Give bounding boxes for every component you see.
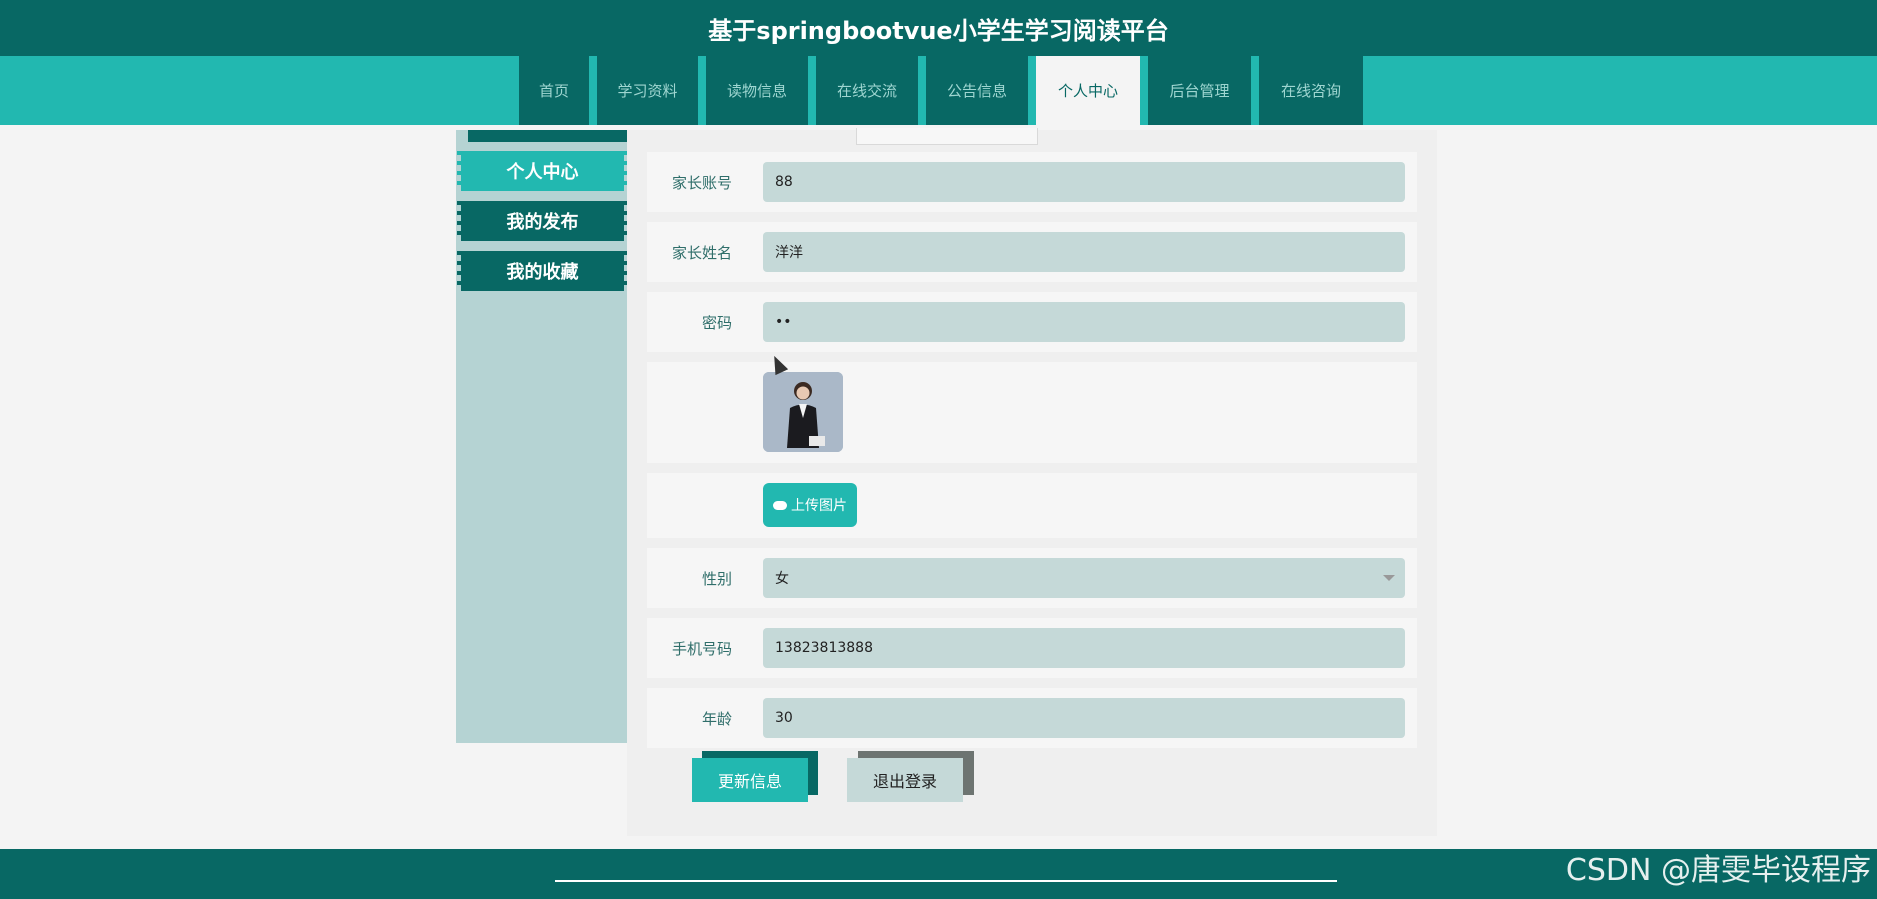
account-field[interactable]: 88 <box>763 162 1405 202</box>
form-row-upload: 上传图片 <box>647 473 1417 538</box>
nav-item-online-consult[interactable]: 在线咨询 <box>1259 56 1363 125</box>
age-label: 年龄 <box>701 709 732 728</box>
gender-select[interactable]: 女 <box>763 558 1405 598</box>
site-title: 基于springbootvue小学生学习阅读平台 <box>708 16 1169 45</box>
nav-item-study-materials[interactable]: 学习资料 <box>597 56 698 125</box>
nav-item-home[interactable]: 首页 <box>519 56 589 125</box>
sidebar-item-my-favorites[interactable]: 我的收藏 <box>457 251 628 291</box>
avatar-image[interactable] <box>763 372 843 452</box>
nav-item-reading-info[interactable]: 读物信息 <box>706 56 808 125</box>
nav-item-announcements[interactable]: 公告信息 <box>926 56 1028 125</box>
name-label: 家长姓名 <box>671 243 732 262</box>
avatar-portrait-icon <box>763 372 843 452</box>
logout-button[interactable]: 退出登录 <box>847 758 963 802</box>
age-field[interactable]: 30 <box>763 698 1405 738</box>
cloud-upload-icon <box>773 500 787 510</box>
account-label: 家长账号 <box>671 173 732 192</box>
sidebar-item-personal-center[interactable]: 个人中心 <box>457 151 628 191</box>
nav-item-admin[interactable]: 后台管理 <box>1148 56 1251 125</box>
chevron-down-icon <box>1383 575 1395 581</box>
password-label: 密码 <box>701 313 732 332</box>
footer-divider <box>555 880 1337 882</box>
top-header: 基于springbootvue小学生学习阅读平台 <box>0 0 1877 56</box>
main-navbar: 首页 学习资料 读物信息 在线交流 公告信息 个人中心 后台管理 在线咨询 <box>0 56 1877 125</box>
form-row-phone: 手机号码 13823813888 <box>647 618 1417 678</box>
form-row-avatar <box>647 362 1417 463</box>
gender-label: 性别 <box>701 569 732 588</box>
nav-item-personal-center[interactable]: 个人中心 <box>1036 56 1140 125</box>
upload-image-label: 上传图片 <box>791 498 847 514</box>
nav-items: 首页 学习资料 读物信息 在线交流 公告信息 个人中心 后台管理 在线咨询 <box>519 56 1363 125</box>
panel-tab <box>856 128 1038 145</box>
form-row-name: 家长姓名 洋洋 <box>647 222 1417 282</box>
phone-field[interactable]: 13823813888 <box>763 628 1405 668</box>
form-row-account: 家长账号 88 <box>647 152 1417 212</box>
name-field[interactable]: 洋洋 <box>763 232 1405 272</box>
update-info-button[interactable]: 更新信息 <box>692 758 808 802</box>
phone-label: 手机号码 <box>671 639 732 658</box>
nav-item-online-exchange[interactable]: 在线交流 <box>816 56 918 125</box>
form-row-password: 密码 •• <box>647 292 1417 352</box>
watermark-text: CSDN @唐雯毕设程序 <box>1565 853 1871 888</box>
upload-image-button[interactable]: 上传图片 <box>763 483 857 527</box>
sidebar-top-stripe <box>468 130 640 142</box>
form-row-age: 年龄 30 <box>647 688 1417 748</box>
password-field[interactable]: •• <box>763 302 1405 342</box>
form-row-gender: 性别 女 <box>647 548 1417 608</box>
sidebar-item-my-posts[interactable]: 我的发布 <box>457 201 628 241</box>
gender-select-value: 女 <box>775 571 789 587</box>
